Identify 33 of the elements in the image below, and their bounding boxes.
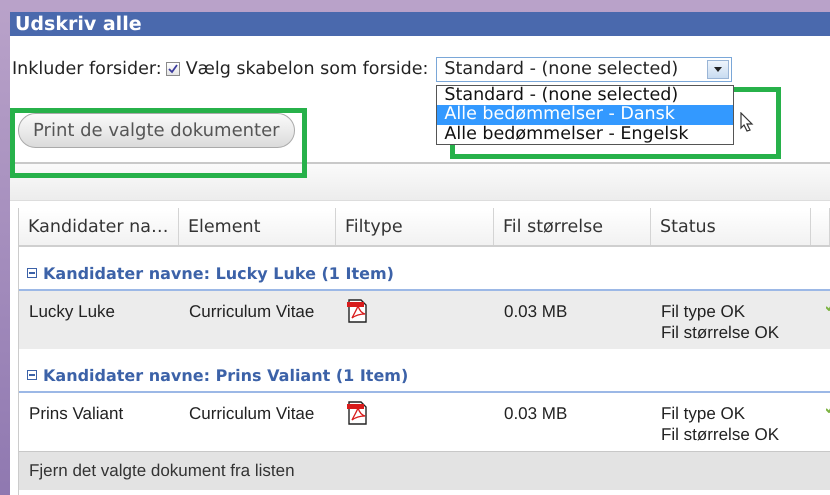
table-cell: Lucky Luke — [29, 302, 115, 321]
table-row[interactable]: Prins Valiant Curriculum Vitae 0.03 MB Fil type OK Fil størrelse OK — [19, 393, 830, 451]
hint-text: Fjern det valgte dokument fra listen — [29, 461, 295, 481]
column-header[interactable]: Element — [179, 208, 336, 245]
column-header[interactable]: Fil størrelse — [494, 208, 651, 245]
checkbox[interactable] — [166, 62, 180, 76]
column-header[interactable]: Status — [651, 208, 811, 245]
table-cell: 0.03 MB — [504, 404, 568, 423]
status-text: Fil type OK — [661, 301, 746, 322]
status-text: Fil størrelse OK — [661, 322, 780, 343]
dropdown-value: Standard - (none selected) — [444, 59, 678, 80]
print-button[interactable]: Print de valgte dokumenter — [18, 113, 295, 148]
dropdown-option[interactable]: Standard - (none selected) — [437, 86, 734, 106]
field-label: Vælg skabelon som forside: — [186, 59, 428, 80]
pdf-file-icon — [346, 299, 368, 323]
table-row[interactable]: Lucky Luke Curriculum Vitae 0.03 MB Fil type OK Fil størrelse OK — [19, 291, 830, 349]
table-cell: Curriculum Vitae — [189, 404, 314, 423]
field-label: Inkluder forsider: — [12, 59, 162, 80]
table-cell: Prins Valiant — [29, 404, 124, 423]
status-text: Fil type OK — [661, 403, 746, 424]
column-header[interactable]: Kandidater na… — [19, 208, 179, 245]
status-text: Fil størrelse OK — [661, 424, 780, 445]
group-header: Kandidater navne: Lucky Luke (1 Item) — [43, 264, 394, 282]
dropdown-option[interactable]: Alle bedømmelser - Engelsk — [437, 124, 734, 144]
caret-icon — [714, 66, 722, 72]
table-cell: 0.03 MB — [504, 302, 568, 321]
pdf-file-icon — [346, 401, 368, 425]
collapse-icon[interactable] — [27, 370, 37, 380]
group-header: Kandidater navne: Prins Valiant (1 Item) — [43, 366, 408, 384]
collapse-icon[interactable] — [27, 268, 37, 278]
table-cell: Curriculum Vitae — [189, 302, 314, 321]
window-title: Udskriv alle — [10, 12, 830, 36]
column-header[interactable]: Filtype — [336, 208, 494, 245]
